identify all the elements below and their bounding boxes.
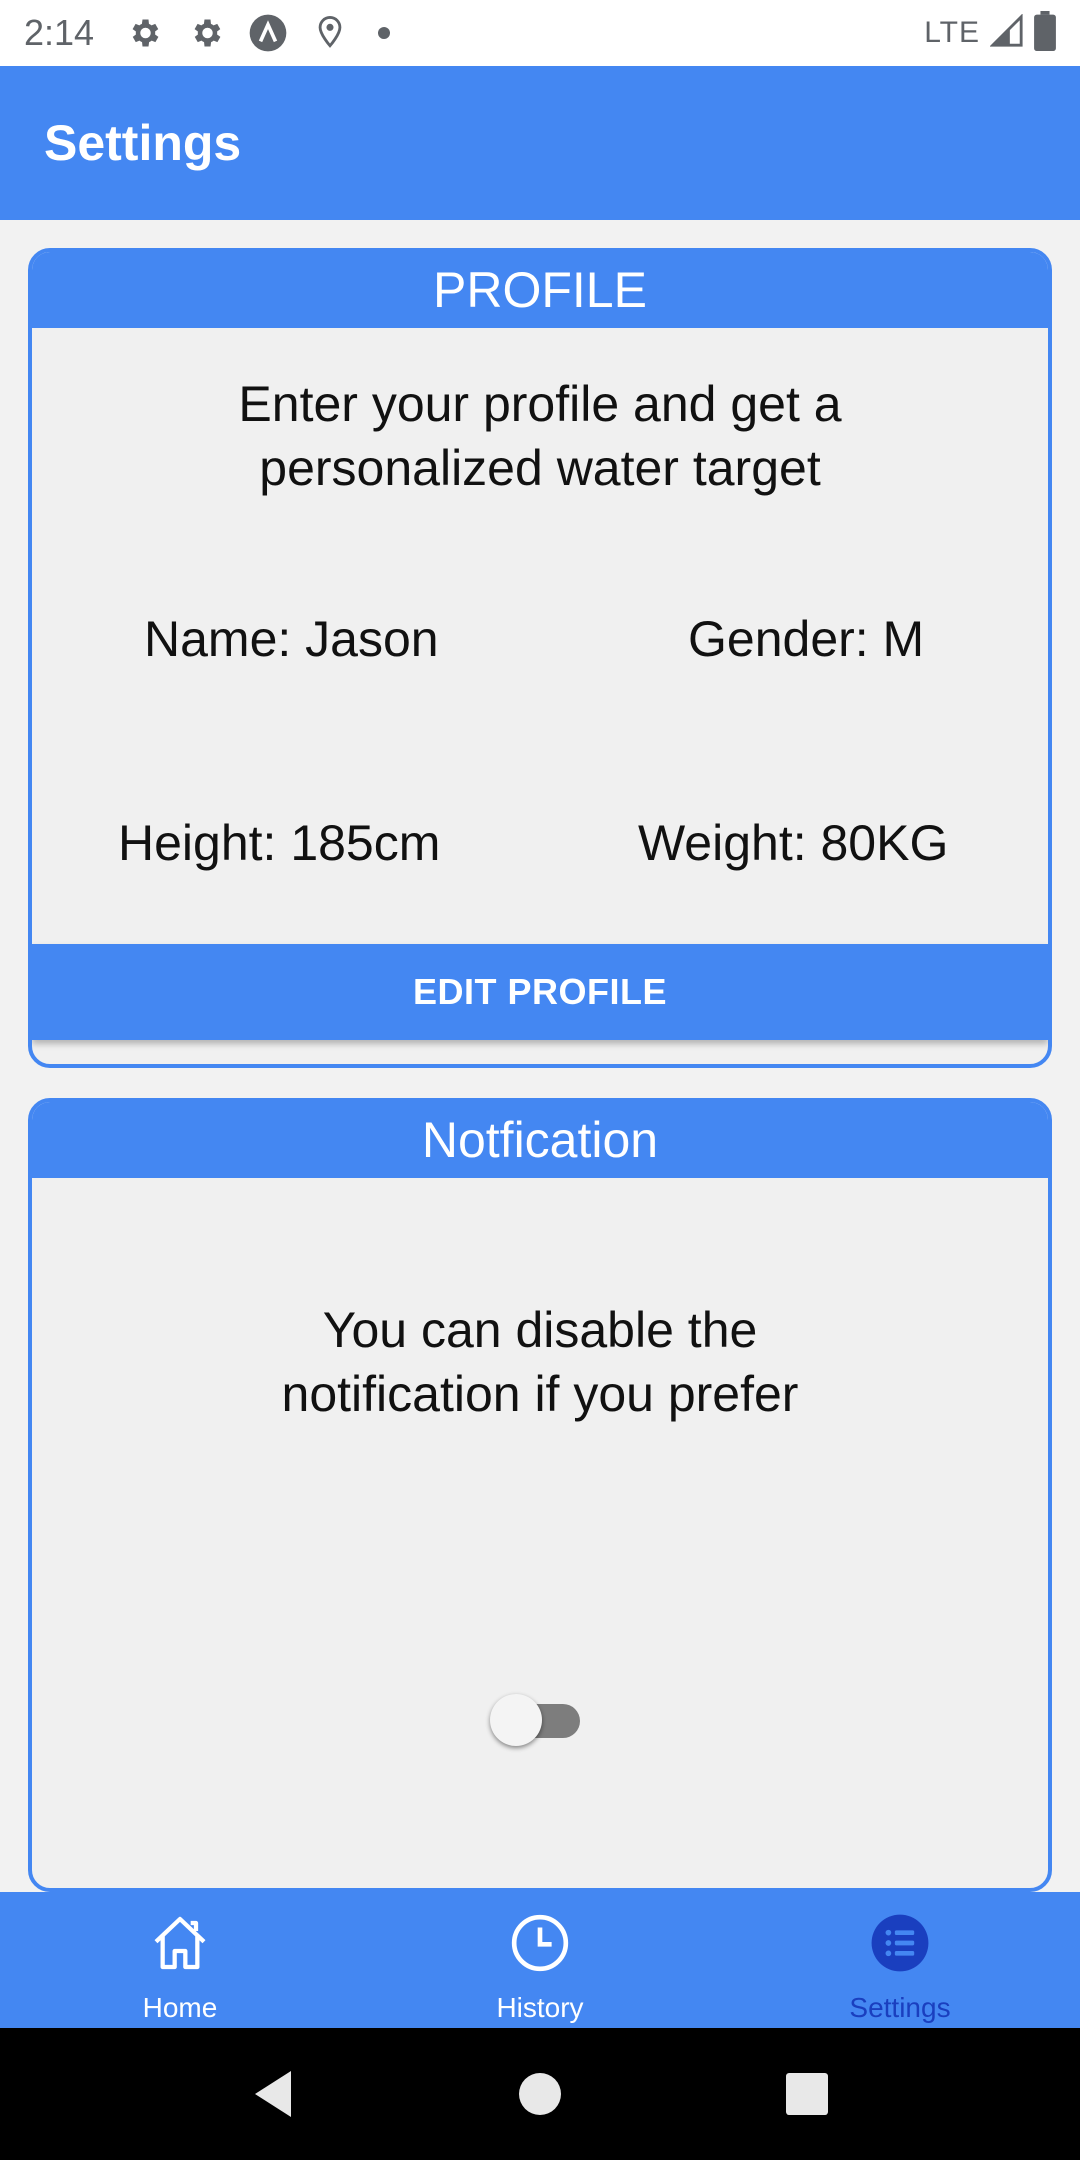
clock-icon [507,1910,573,1976]
battery-icon [1034,10,1056,56]
network-type: LTE [924,16,980,49]
tab-history[interactable]: History [360,1892,720,2028]
notification-card: Notfication You can disable the notifica… [28,1098,1052,1892]
status-bar: 2:14 LTE [0,0,1080,66]
notification-dot-icon [378,27,391,39]
notification-description: You can disable the notification if you … [281,1302,799,1422]
edit-profile-button[interactable]: EDIT PROFILE [32,944,1048,1040]
back-icon[interactable] [238,2059,308,2129]
list-icon [867,1910,933,1976]
profile-name: Name: Jason [144,611,439,667]
home-circle-icon[interactable] [505,2059,575,2129]
bottom-tab-bar: Home History Settings [0,1892,1080,2028]
status-time: 2:14 [24,12,95,53]
profile-description: Enter your profile and get a personalize… [238,376,842,496]
profile-card-header: PROFILE [32,252,1048,328]
app-bar: Settings [0,66,1080,220]
location-pin-icon [310,13,350,53]
settings-gear-icon [186,13,226,53]
system-navigation-bar [0,2028,1080,2160]
tab-history-label: History [496,1992,584,2023]
recents-square-icon[interactable] [772,2059,842,2129]
home-icon [147,1910,213,1976]
profile-weight: Weight: 80KG [638,815,949,871]
toggle-thumb [490,1694,542,1746]
profile-card: PROFILE Enter your profile and get a per… [28,248,1052,1068]
notification-card-header: Notfication [32,1102,1048,1178]
page-title: Settings [44,115,242,171]
tab-home-label: Home [142,1992,218,2023]
profile-gender: Gender: M [688,611,925,667]
app-a-icon [248,13,288,53]
tab-home[interactable]: Home [0,1892,360,2028]
signal-icon [989,12,1024,53]
profile-height: Height: 185cm [118,815,441,871]
settings-gear-icon [124,13,164,53]
tab-settings-label: Settings [849,1992,951,2023]
tab-settings[interactable]: Settings [720,1892,1080,2028]
notification-toggle[interactable] [490,1692,590,1748]
